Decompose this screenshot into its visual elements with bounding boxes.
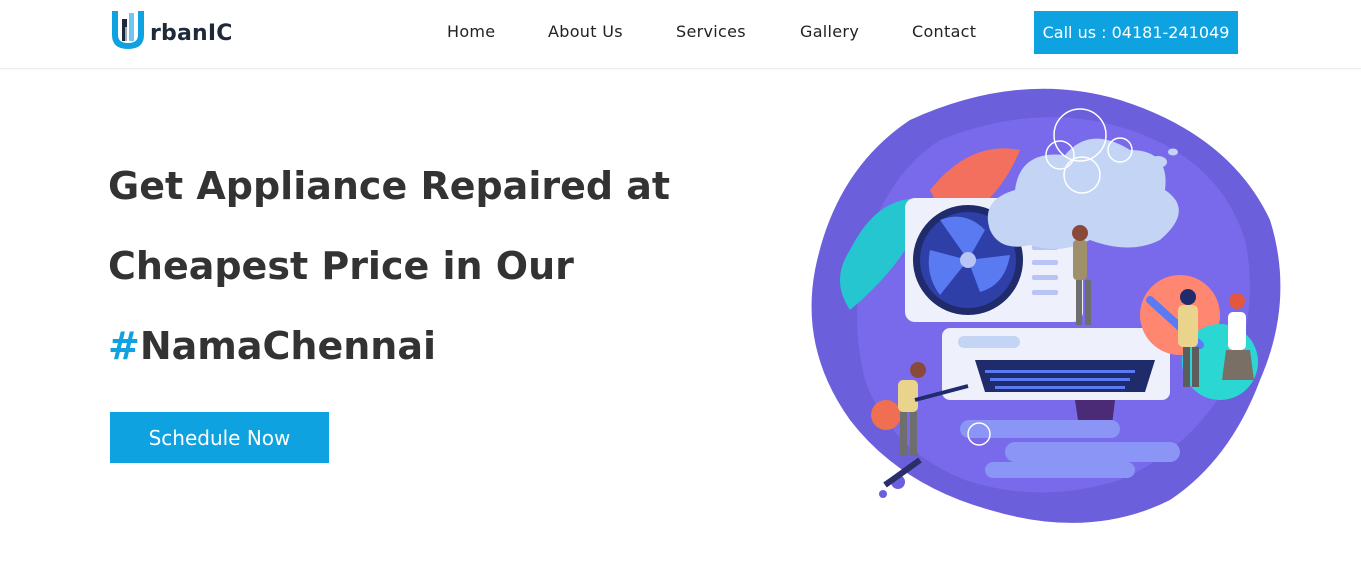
brand-name: rbanIC [150,20,233,46]
hero-heading: Get Appliance Repaired at Cheapest Price… [108,146,748,386]
nav-about-us[interactable]: About Us [548,22,623,41]
ac-repair-illustration [790,80,1300,560]
nav-services[interactable]: Services [676,22,746,41]
nav-home[interactable]: Home [447,22,495,41]
call-us-button[interactable]: Call us : 04181-241049 [1034,11,1238,54]
hero-heading-line-2: Cheapest Price in Our [108,244,574,288]
hashtag-text: NamaChennai [139,324,437,368]
logo-u-icon [108,5,154,53]
hero-heading-line-3: #NamaChennai [108,306,748,386]
brand-logo[interactable]: rbanIC [108,4,233,54]
nav-gallery[interactable]: Gallery [800,22,859,41]
hero-heading-line-1: Get Appliance Repaired at [108,164,671,208]
nav-contact[interactable]: Contact [912,22,976,41]
hashtag-symbol: # [108,324,140,368]
top-navbar: rbanIC Home About Us Services Gallery Co… [0,0,1361,69]
schedule-now-button[interactable]: Schedule Now [110,412,329,463]
